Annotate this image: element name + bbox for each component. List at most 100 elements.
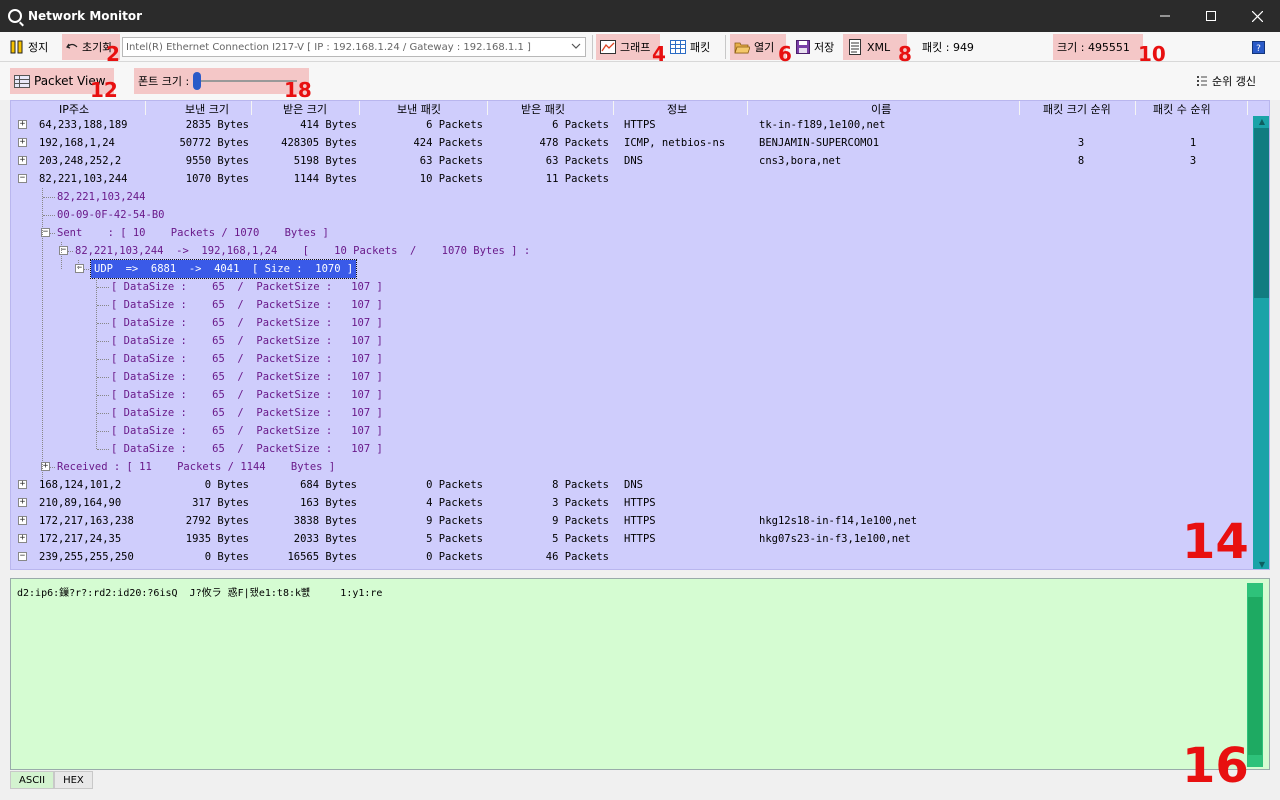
- tree-connector: [97, 395, 109, 396]
- table-row[interactable]: +172,217,24,35 1935 Bytes 2033 Bytes 5 Pack…: [11, 530, 1251, 548]
- expand-icon[interactable]: +: [18, 138, 27, 147]
- scroll-up-icon[interactable]: ▲: [1253, 116, 1269, 128]
- tree-node-label: [ DataSize : 65 / PacketSize : 107 ]: [111, 353, 383, 365]
- minimize-button[interactable]: [1142, 0, 1188, 32]
- graph-icon: [600, 40, 616, 54]
- table-row[interactable]: − 82,221,103,244 1070 Bytes 1144 Bytes 10 Pa…: [11, 170, 1251, 188]
- table-row[interactable]: +192,168,1,24 50772 Bytes 428305 Bytes 424 …: [11, 134, 1251, 152]
- scroll-down-icon[interactable]: ▼: [1253, 559, 1269, 569]
- selected-node: UDP => 6881 -> 4041 [ Size : 1070 ]: [89, 259, 358, 279]
- refresh-rank-label: 순위 갱신: [1212, 75, 1256, 88]
- expand-icon[interactable]: +: [18, 156, 27, 165]
- ip-cell: 172,217,163,238: [39, 515, 134, 527]
- tree-node[interactable]: [ DataSize : 65 / PacketSize : 107 ]: [11, 368, 1251, 386]
- expand-icon[interactable]: +: [18, 480, 27, 489]
- slider-thumb[interactable]: [193, 72, 202, 90]
- tree-node[interactable]: [ DataSize : 65 / PacketSize : 107 ]: [11, 332, 1251, 350]
- column-name[interactable]: 이름: [871, 101, 891, 117]
- tree-connector: [97, 287, 109, 288]
- column-divider: [747, 101, 748, 115]
- info-cell: DNS: [624, 155, 643, 167]
- column-size-rank[interactable]: 패킷 크기 순위: [1043, 101, 1111, 117]
- adapter-select[interactable]: Intel(R) Ethernet Connection I217-V [ IP…: [122, 37, 586, 57]
- panel-splitter[interactable]: [0, 570, 1280, 578]
- close-button[interactable]: [1234, 0, 1280, 32]
- stop-button[interactable]: 정지: [6, 34, 52, 60]
- tree-node-label: 00-09-0F-42-54-B0: [57, 209, 165, 221]
- column-recv-size[interactable]: 받은 크기: [283, 101, 327, 117]
- tree-node[interactable]: [ DataSize : 65 / PacketSize : 107 ]: [11, 440, 1251, 458]
- maximize-button[interactable]: [1188, 0, 1234, 32]
- sent-size-cell: 50772 Bytes: [179, 137, 249, 149]
- column-ip[interactable]: IP주소: [59, 101, 89, 117]
- help-button[interactable]: ?: [1248, 34, 1269, 60]
- tree-node-label: [ DataSize : 65 / PacketSize : 107 ]: [111, 335, 383, 347]
- table-row[interactable]: +203,248,252,2 9550 Bytes 5198 Bytes 63 Pac…: [11, 152, 1251, 170]
- column-divider: [359, 101, 360, 115]
- tree-scrollbar[interactable]: ▲ ▼: [1253, 116, 1269, 569]
- tree-node[interactable]: 00-09-0F-42-54-B0: [11, 206, 1251, 224]
- expand-icon[interactable]: +: [18, 120, 27, 129]
- scrollbar-thumb[interactable]: [1254, 128, 1269, 298]
- column-recv-packets[interactable]: 받은 패킷: [521, 101, 565, 117]
- chevron-down-icon: [571, 43, 581, 49]
- column-divider: [1135, 101, 1136, 115]
- size-display: 크기 : 495551: [1053, 34, 1143, 60]
- undo-icon: [66, 43, 78, 49]
- recv-packets-cell: 8 Packets: [552, 479, 609, 491]
- title-bar: Network Monitor: [0, 0, 1280, 32]
- column-info[interactable]: 정보: [667, 101, 687, 117]
- tree-node[interactable]: [ DataSize : 65 / PacketSize : 107 ]: [11, 404, 1251, 422]
- tree-node[interactable]: [ DataSize : 65 / PacketSize : 107 ]: [11, 422, 1251, 440]
- tree-node[interactable]: [ DataSize : 65 / PacketSize : 107 ]: [11, 314, 1251, 332]
- expand-icon[interactable]: +: [18, 498, 27, 507]
- ip-cell: 192,168,1,24: [39, 137, 115, 149]
- expand-icon[interactable]: +: [18, 516, 27, 525]
- collapse-icon[interactable]: −: [18, 174, 27, 183]
- close-icon: [1251, 10, 1263, 22]
- tree-node[interactable]: [ DataSize : 65 / PacketSize : 107 ]: [11, 386, 1251, 404]
- recv-packets-cell: 6 Packets: [552, 119, 609, 131]
- table-row[interactable]: − 239,255,255,250 0 Bytes 16565 Bytes 0 Pack…: [11, 548, 1251, 566]
- help-icon: ?: [1252, 40, 1265, 54]
- column-count-rank[interactable]: 패킷 수 순위: [1153, 101, 1211, 117]
- packet-button[interactable]: 패킷: [666, 34, 714, 60]
- sent-size-cell: 2792 Bytes: [185, 515, 249, 527]
- packet-tree[interactable]: IP주소 보낸 크기 받은 크기 보낸 패킷 받은 패킷 정보 이름 패킷 크기…: [10, 100, 1270, 570]
- adapter-select-value: Intel(R) Ethernet Connection I217-V [ IP…: [126, 41, 531, 53]
- annotation-label: 2: [106, 42, 120, 66]
- name-cell: hkg07s23-in-f3,1e100,net: [759, 533, 911, 545]
- refresh-rank-button[interactable]: 순위 갱신: [1192, 68, 1260, 94]
- tree-connector: [97, 449, 109, 450]
- annotation-label: 10: [1138, 42, 1166, 66]
- tree-guide: [42, 188, 43, 485]
- tree-node[interactable]: [ DataSize : 65 / PacketSize : 107 ]: [11, 278, 1251, 296]
- tree-connector: [67, 251, 73, 252]
- collapse-icon[interactable]: −: [18, 552, 27, 561]
- graph-button[interactable]: 그래프: [596, 34, 660, 60]
- sent-packets-cell: 5 Packets: [426, 533, 483, 545]
- table-row[interactable]: +210,89,164,90 317 Bytes 163 Bytes 4 Packet…: [11, 494, 1251, 512]
- tab-ascii[interactable]: ASCII: [10, 771, 55, 789]
- table-row[interactable]: +64,233,188,189 2835 Bytes 414 Bytes 6 Pack…: [11, 116, 1251, 134]
- tree-node[interactable]: − UDP => 6881 -> 4041 [ Size : 1070 ]: [11, 259, 1251, 279]
- payload-scrollbar[interactable]: [1247, 583, 1263, 767]
- scrollbar-thumb[interactable]: [1248, 597, 1262, 755]
- tree-node[interactable]: 82,221,103,244: [11, 188, 1251, 206]
- table-row[interactable]: +172,217,163,238 2792 Bytes 3838 Bytes 9 Pa…: [11, 512, 1251, 530]
- column-sent-size[interactable]: 보낸 크기: [185, 101, 229, 117]
- tree-node[interactable]: + Received : [ 11 Packets / 1144 Bytes ]: [11, 458, 1251, 476]
- tree-node-label: [ DataSize : 65 / PacketSize : 107 ]: [111, 443, 383, 455]
- table-row[interactable]: +168,124,101,2 0 Bytes 684 Bytes 0 Packets 8…: [11, 476, 1251, 494]
- tree-node[interactable]: [ DataSize : 65 / PacketSize : 107 ]: [11, 350, 1251, 368]
- tree-node[interactable]: −82,221,103,244 -> 192,168,1,24 [ 10 Pac…: [11, 242, 1251, 260]
- expand-icon[interactable]: +: [18, 534, 27, 543]
- recv-packets-cell: 46 Packets: [545, 551, 609, 563]
- tree-node[interactable]: − Sent : [ 10 Packets / 1070 Bytes ]: [11, 224, 1251, 242]
- tree-node[interactable]: [ DataSize : 65 / PacketSize : 107 ]: [11, 296, 1251, 314]
- tab-hex[interactable]: HEX: [54, 771, 93, 789]
- payload-panel[interactable]: d2:ip6:鏁?r?:rd2:id20:?6isQ J?攸ラ 惑F|됐e1:t…: [10, 578, 1270, 770]
- column-sent-packets[interactable]: 보낸 패킷: [397, 101, 441, 117]
- save-button[interactable]: 저장: [792, 34, 838, 60]
- tree-connector: [49, 467, 55, 468]
